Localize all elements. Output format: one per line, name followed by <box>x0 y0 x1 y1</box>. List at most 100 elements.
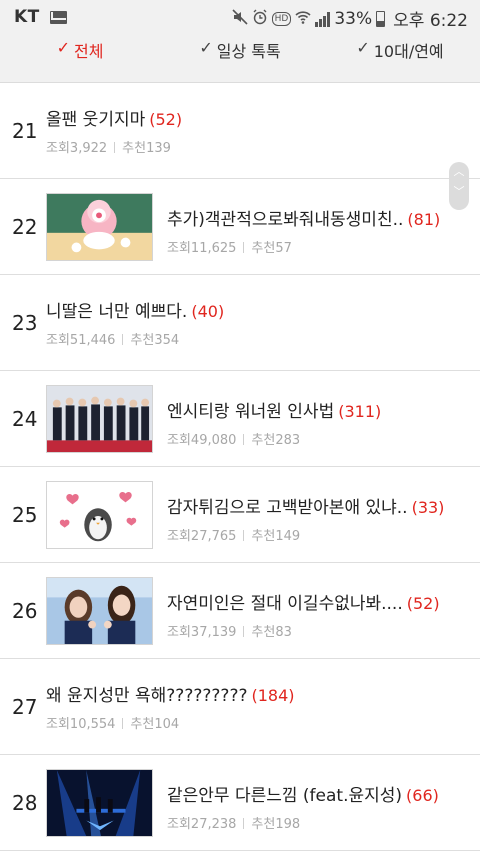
post-meta: 조회49,080 추천283 <box>167 429 466 448</box>
list-item[interactable]: 24 엔시티랑 워너원 인사법 (311) 조회49,080 추천283 <box>0 371 480 467</box>
post-thumbnail[interactable] <box>46 481 153 549</box>
divider <box>243 818 245 829</box>
recommends-count: 57 <box>275 241 292 256</box>
divider <box>243 626 245 637</box>
recommends-label: 추천 <box>122 141 147 156</box>
recommends-label: 추천 <box>130 333 155 348</box>
views-count: 51,446 <box>69 333 116 348</box>
views-count: 27,765 <box>190 529 237 544</box>
battery-percent: 33% <box>334 8 373 29</box>
recommends-count: 139 <box>146 141 171 156</box>
mail-icon <box>49 10 67 24</box>
clock: 오후 6:22 <box>393 11 468 31</box>
post-content: 자연미인은 절대 이길수없나봐.... (52) 조회37,139 추천83 <box>167 589 466 640</box>
recommends-count: 104 <box>154 717 180 732</box>
post-meta: 조회27,238 추천198 <box>167 813 466 832</box>
post-title: 추가)객관적으로봐줘내동생미친.. <box>167 210 404 230</box>
post-content: 추가)객관적으로봐줘내동생미친.. (81) 조회11,625 추천57 <box>167 205 466 256</box>
views-label: 조회 <box>167 241 191 256</box>
tab-teens-entertainment[interactable]: ✓ 10대/연예 <box>320 34 480 82</box>
recommends-label: 추천 <box>251 433 276 448</box>
views-count: 3,922 <box>69 141 108 156</box>
divider <box>122 718 124 729</box>
post-thumbnail[interactable] <box>46 385 153 453</box>
rank-number: 25 <box>12 502 38 527</box>
list-item[interactable]: 27 왜 윤지성만 욕해????????? (184) 조회10,554 추천104 <box>0 659 480 755</box>
post-title-line: 추가)객관적으로봐줘내동생미친.. (81) <box>167 205 466 230</box>
post-meta: 조회27,765 추천149 <box>167 525 466 544</box>
post-title-line: 니딸은 너만 예쁘다. (40) <box>46 297 466 322</box>
post-content: 감자튀김으로 고백받아본애 있냐.. (33) 조회27,765 추천149 <box>167 493 466 544</box>
post-content: 니딸은 너만 예쁘다. (40) 조회51,446 추천354 <box>46 297 466 348</box>
rank-number: 23 <box>12 310 38 335</box>
views-label: 조회 <box>167 625 191 640</box>
views-count: 27,238 <box>190 817 237 832</box>
post-title-line: 자연미인은 절대 이길수없나봐.... (52) <box>167 589 466 614</box>
post-title: 자연미인은 절대 이길수없나봐.... <box>167 594 403 614</box>
divider <box>122 334 124 345</box>
post-meta: 조회11,625 추천57 <box>167 237 466 256</box>
rank-number: 27 <box>12 694 38 719</box>
views-count: 10,554 <box>69 717 116 732</box>
status-bar: KT HD 33% 오후 6:22 <box>0 0 480 34</box>
divider <box>243 530 245 541</box>
views-count: 11,625 <box>190 241 237 256</box>
carrier-label: KT <box>14 7 40 27</box>
alarm-icon <box>252 9 268 29</box>
recommends-label: 추천 <box>251 625 276 640</box>
post-title-line: 올팬 웃기지마 (52) <box>46 105 466 130</box>
recommends-count: 83 <box>275 625 292 640</box>
wifi-icon <box>295 9 311 29</box>
recommends-label: 추천 <box>251 241 276 256</box>
post-list: 21 올팬 웃기지마 (52) 조회3,922 추천139 22 추가)객관적으로봐… <box>0 83 480 851</box>
comment-count: (184) <box>251 686 295 705</box>
divider <box>243 434 245 445</box>
post-thumbnail[interactable] <box>46 769 153 837</box>
rank-number: 21 <box>12 118 38 143</box>
comment-count: (311) <box>338 402 382 421</box>
comment-count: (81) <box>407 210 441 229</box>
list-item[interactable]: 21 올팬 웃기지마 (52) 조회3,922 추천139 <box>0 83 480 179</box>
post-title: 같은안무 다른느낌 (feat.윤지성) <box>167 786 403 806</box>
rank-number: 24 <box>12 406 38 431</box>
tab-bar: ✓ 전체 ✓ 일상 톡톡 ✓ 10대/연예 <box>0 34 480 83</box>
post-content: 엔시티랑 워너원 인사법 (311) 조회49,080 추천283 <box>167 397 466 448</box>
list-item[interactable]: 22 추가)객관적으로봐줘내동생미친.. (81) 조회11,625 추천57 <box>0 179 480 275</box>
post-meta: 조회10,554 추천104 <box>46 713 466 732</box>
post-content: 올팬 웃기지마 (52) 조회3,922 추천139 <box>46 105 466 156</box>
status-left: KT <box>14 7 67 27</box>
post-thumbnail[interactable] <box>46 577 153 645</box>
recommends-count: 283 <box>275 433 301 448</box>
post-content: 왜 윤지성만 욕해????????? (184) 조회10,554 추천104 <box>46 681 466 732</box>
comment-count: (40) <box>191 302 225 321</box>
list-item[interactable]: 26 자연미인은 절대 이길수없나봐.... (52) 조회37,139 추천83 <box>0 563 480 659</box>
views-label: 조회 <box>46 717 70 732</box>
tab-label: 전체 <box>73 42 104 61</box>
comment-count: (33) <box>411 498 445 517</box>
divider <box>243 242 245 253</box>
list-item[interactable]: 28 같은안무 다른느낌 (feat.윤지성) (66) 조회27,238 추천19… <box>0 755 480 851</box>
post-content: 같은안무 다른느낌 (feat.윤지성) (66) 조회27,238 추천198 <box>167 781 466 832</box>
views-label: 조회 <box>46 333 70 348</box>
comment-count: (66) <box>406 786 439 805</box>
chevron-up-icon: ︿ <box>453 165 465 178</box>
tab-daily-talk[interactable]: ✓ 일상 톡톡 <box>160 34 320 82</box>
comment-count: (52) <box>406 594 440 613</box>
list-item[interactable]: 25 감자튀김으로 고백받아본애 있냐.. (33) 조회27,765 추천149 <box>0 467 480 563</box>
recommends-count: 354 <box>154 333 180 348</box>
checkmark-icon: ✓ <box>56 38 70 57</box>
post-thumbnail[interactable] <box>46 193 153 261</box>
post-title: 니딸은 너만 예쁘다. <box>46 302 188 322</box>
recommends-label: 추천 <box>251 529 276 544</box>
status-right: HD 33% 오후 6:22 <box>232 6 468 31</box>
scroll-handle[interactable]: ︿ ﹀ <box>449 162 469 210</box>
post-meta: 조회51,446 추천354 <box>46 329 466 348</box>
divider <box>114 142 116 153</box>
post-title-line: 엔시티랑 워너원 인사법 (311) <box>167 397 466 422</box>
recommends-count: 149 <box>275 529 301 544</box>
chevron-down-icon: ﹀ <box>453 185 465 198</box>
comment-count: (52) <box>149 110 183 129</box>
tab-all[interactable]: ✓ 전체 <box>0 34 160 82</box>
checkmark-icon: ✓ <box>356 38 370 57</box>
list-item[interactable]: 23 니딸은 너만 예쁘다. (40) 조회51,446 추천354 <box>0 275 480 371</box>
